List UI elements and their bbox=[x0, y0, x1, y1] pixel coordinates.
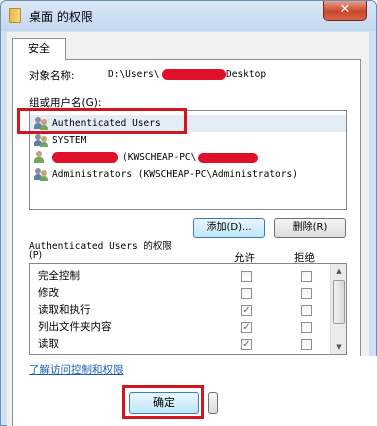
redacted-username bbox=[162, 69, 226, 80]
list-item[interactable]: Administrators (KWSCHEAP-PC\Administrato… bbox=[30, 166, 346, 183]
allow-checkbox[interactable]: ✓ bbox=[241, 322, 252, 333]
object-name-label: 对象名称: bbox=[29, 70, 75, 82]
allow-checkbox[interactable]: ✓ bbox=[241, 305, 252, 316]
list-item[interactable]: (KWSCHEAP-PC\ bbox=[30, 149, 346, 166]
users-icon bbox=[34, 134, 48, 147]
permission-row: 修改 bbox=[30, 285, 330, 301]
list-item-label: Administrators (KWSCHEAP-PC\Administrato… bbox=[52, 169, 298, 180]
allow-checkbox[interactable] bbox=[241, 271, 252, 282]
redacted-username bbox=[52, 152, 118, 163]
access-control-help-link[interactable]: 了解访问控制和权限 bbox=[29, 362, 124, 377]
tab-security[interactable]: 安全 bbox=[12, 38, 66, 60]
permission-row: 读取和执行 ✓ bbox=[30, 302, 330, 318]
close-button[interactable]: ✕ bbox=[323, 1, 367, 21]
title-bar[interactable]: 桌面 的权限 ✕ bbox=[1, 1, 376, 31]
object-path-prefix: D:\Users\ bbox=[108, 69, 160, 80]
permissions-header: Authenticated Users 的权限 bbox=[29, 241, 172, 252]
window-title: 桌面 的权限 bbox=[29, 10, 93, 24]
scrollbar-thumb[interactable] bbox=[333, 280, 345, 324]
user-icon bbox=[34, 151, 48, 164]
deny-checkbox[interactable] bbox=[301, 271, 312, 282]
add-button[interactable]: 添加(D)... bbox=[193, 218, 265, 238]
permission-name: 读取 bbox=[38, 338, 59, 350]
folder-icon bbox=[9, 8, 21, 23]
deny-checkbox[interactable] bbox=[301, 322, 312, 333]
permission-name: 读取和执行 bbox=[38, 304, 91, 316]
remove-button[interactable]: 删除(R) bbox=[274, 218, 346, 238]
permission-name: 列出文件夹内容 bbox=[38, 321, 112, 333]
allow-checkbox[interactable]: ✓ bbox=[241, 339, 252, 350]
deny-checkbox[interactable] bbox=[301, 339, 312, 350]
highlight-annotation bbox=[122, 385, 204, 419]
allow-checkbox[interactable] bbox=[241, 288, 252, 299]
deny-checkbox[interactable] bbox=[301, 305, 312, 316]
list-item-label: (KWSCHEAP-PC\ bbox=[122, 152, 197, 163]
list-item-label: SYSTEM bbox=[52, 135, 87, 146]
permission-name: 修改 bbox=[38, 287, 59, 299]
cancel-button[interactable] bbox=[208, 392, 218, 414]
permissions-list: 完全控制 修改 读取和执行 ✓ 列出文件夹内容 ✓ 读取 ✓ ▲ ▼ bbox=[29, 263, 347, 355]
redacted-username bbox=[198, 153, 258, 163]
scroll-down-icon[interactable]: ▼ bbox=[331, 340, 346, 354]
permissions-header-key: (P) bbox=[29, 250, 43, 261]
list-item[interactable]: SYSTEM bbox=[30, 132, 346, 149]
highlight-annotation bbox=[17, 108, 187, 134]
deny-checkbox[interactable] bbox=[301, 288, 312, 299]
permission-row: 完全控制 bbox=[30, 268, 330, 284]
background-area bbox=[250, 392, 377, 426]
scroll-up-icon[interactable]: ▲ bbox=[331, 264, 346, 278]
permission-name: 完全控制 bbox=[38, 270, 80, 282]
object-path-suffix: Desktop bbox=[226, 69, 267, 80]
users-icon bbox=[34, 168, 48, 181]
permission-row: 读取 ✓ bbox=[30, 336, 330, 352]
permissions-scrollbar[interactable]: ▲ ▼ bbox=[330, 264, 346, 354]
permission-row: 列出文件夹内容 ✓ bbox=[30, 319, 330, 335]
